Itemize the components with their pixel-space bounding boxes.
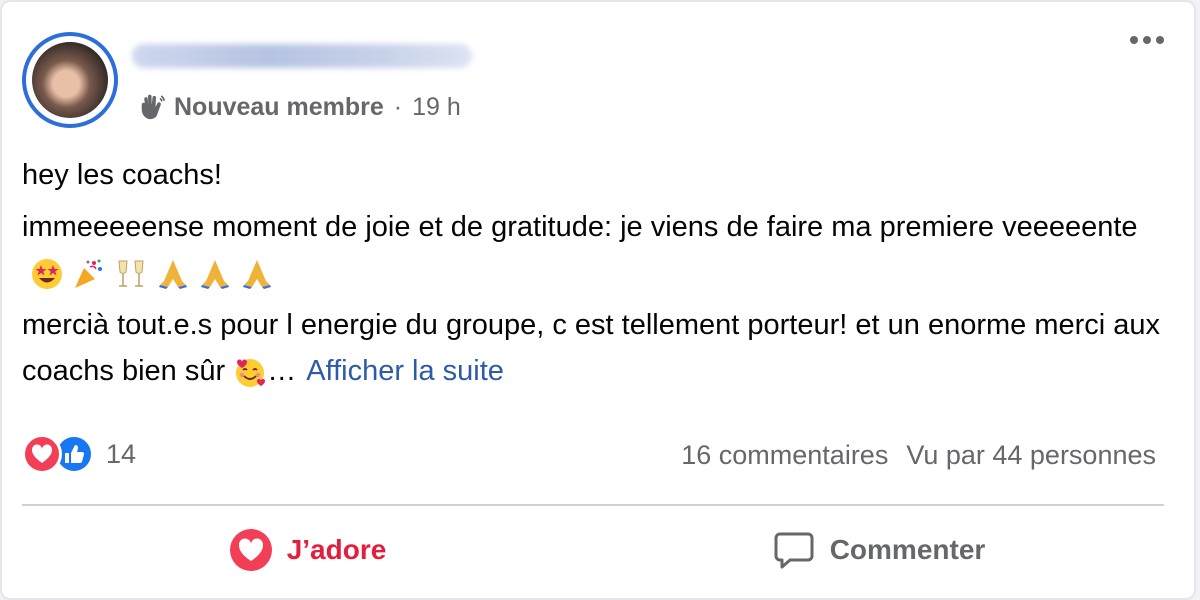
heart-icon (229, 529, 272, 571)
comment-button[interactable]: Commenter (593, 506, 1164, 594)
ellipsis: … (267, 355, 297, 387)
post-paragraph: hey les coachs! (22, 159, 222, 191)
clinking-glasses-emoji-icon (118, 260, 144, 288)
folded-hands-emoji-icon (159, 260, 187, 290)
smiling-face-with-hearts-emoji-icon (236, 359, 266, 388)
see-more-link[interactable]: Afficher la suite (306, 355, 504, 387)
new-member-badge[interactable]: Nouveau membre (174, 93, 384, 122)
party-popper-emoji-icon (75, 259, 102, 289)
post-stats: 16 commentaires Vu par 44 personnes (681, 440, 1156, 471)
post-paragraph-text: mercià tout.e.s pour l energie du groupe… (22, 309, 1161, 387)
folded-hands-emoji-icon (243, 260, 271, 290)
reactions-summary[interactable]: 14 (22, 434, 136, 474)
views-count-link[interactable]: Vu par 44 personnes (906, 440, 1156, 471)
author-name-redacted[interactable] (132, 44, 472, 68)
post-time[interactable]: 19 h (412, 93, 461, 122)
post-actions: J’adore Commenter (22, 506, 1164, 594)
star-struck-emoji-icon (32, 259, 62, 290)
comments-count-link[interactable]: 16 commentaires (681, 440, 888, 471)
post-card: Nouveau membre · 19 h hey les coachs! im… (0, 0, 1196, 600)
love-reaction-icon (22, 434, 62, 474)
avatar[interactable] (22, 32, 118, 128)
meta-separator: · (393, 92, 403, 121)
waving-hand-icon (141, 94, 165, 120)
reaction-count: 14 (106, 438, 137, 469)
love-button[interactable]: J’adore (22, 506, 593, 594)
emoji-group (30, 257, 274, 291)
comment-icon (774, 532, 814, 569)
post-paragraph-text: immeeeeense moment de joie et de gratitu… (22, 211, 1138, 243)
avatar-photo (32, 42, 108, 118)
folded-hands-emoji-icon (201, 260, 229, 290)
post-paragraph: immeeeeense moment de joie et de gratitu… (22, 204, 1172, 296)
comment-button-label: Commenter (829, 534, 986, 565)
post-meta: Nouveau membre · 19 h (138, 92, 461, 122)
post-paragraph: mercià tout.e.s pour l energie du groupe… (22, 302, 1172, 394)
love-button-label: J’adore (286, 534, 387, 565)
post-body: hey les coachs! immeeeeense moment de jo… (22, 152, 1172, 400)
more-options-icon[interactable] (1130, 36, 1164, 44)
